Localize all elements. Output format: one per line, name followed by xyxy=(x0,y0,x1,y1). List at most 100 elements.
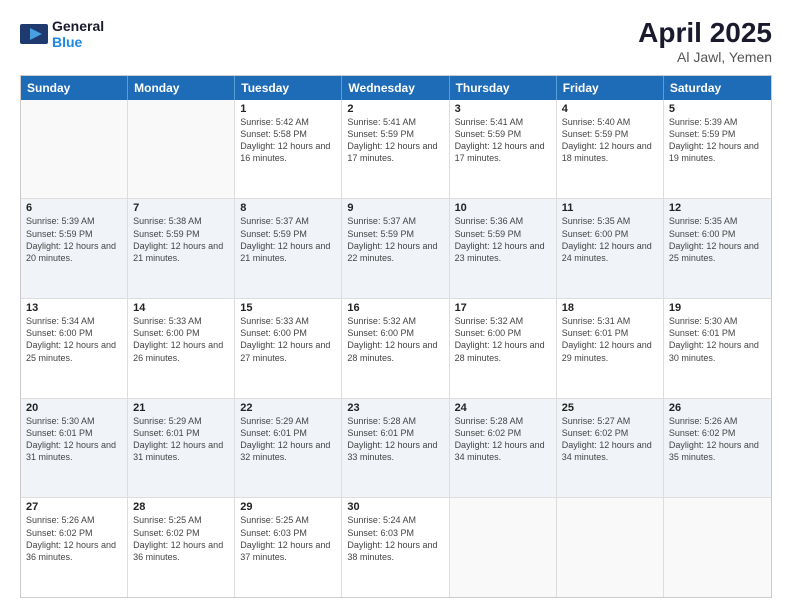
day-number: 29 xyxy=(240,501,336,513)
day-info: Sunrise: 5:39 AMSunset: 5:59 PMDaylight:… xyxy=(26,215,122,264)
calendar-cell xyxy=(21,100,128,199)
day-number: 17 xyxy=(455,302,551,314)
calendar-cell: 24Sunrise: 5:28 AMSunset: 6:02 PMDayligh… xyxy=(450,399,557,498)
day-number: 15 xyxy=(240,302,336,314)
day-info: Sunrise: 5:35 AMSunset: 6:00 PMDaylight:… xyxy=(669,215,766,264)
calendar-cell: 6Sunrise: 5:39 AMSunset: 5:59 PMDaylight… xyxy=(21,199,128,298)
calendar-cell: 28Sunrise: 5:25 AMSunset: 6:02 PMDayligh… xyxy=(128,498,235,597)
day-info: Sunrise: 5:37 AMSunset: 5:59 PMDaylight:… xyxy=(347,215,443,264)
calendar-cell: 9Sunrise: 5:37 AMSunset: 5:59 PMDaylight… xyxy=(342,199,449,298)
calendar-week-row: 1Sunrise: 5:42 AMSunset: 5:58 PMDaylight… xyxy=(21,100,771,200)
calendar-cell: 11Sunrise: 5:35 AMSunset: 6:00 PMDayligh… xyxy=(557,199,664,298)
calendar-header-cell-monday: Monday xyxy=(128,76,235,100)
day-number: 24 xyxy=(455,402,551,414)
calendar-header-cell-friday: Friday xyxy=(557,76,664,100)
day-number: 8 xyxy=(240,202,336,214)
calendar-cell: 7Sunrise: 5:38 AMSunset: 5:59 PMDaylight… xyxy=(128,199,235,298)
day-info: Sunrise: 5:42 AMSunset: 5:58 PMDaylight:… xyxy=(240,116,336,165)
day-info: Sunrise: 5:36 AMSunset: 5:59 PMDaylight:… xyxy=(455,215,551,264)
day-number: 28 xyxy=(133,501,229,513)
day-info: Sunrise: 5:29 AMSunset: 6:01 PMDaylight:… xyxy=(133,415,229,464)
calendar-header-cell-tuesday: Tuesday xyxy=(235,76,342,100)
calendar-week-row: 6Sunrise: 5:39 AMSunset: 5:59 PMDaylight… xyxy=(21,199,771,299)
day-number: 5 xyxy=(669,103,766,115)
logo-icon xyxy=(20,24,48,44)
day-number: 13 xyxy=(26,302,122,314)
calendar-header-row: SundayMondayTuesdayWednesdayThursdayFrid… xyxy=(21,76,771,100)
calendar-cell: 17Sunrise: 5:32 AMSunset: 6:00 PMDayligh… xyxy=(450,299,557,398)
logo: General Blue xyxy=(20,18,104,50)
calendar-body: 1Sunrise: 5:42 AMSunset: 5:58 PMDaylight… xyxy=(21,100,771,597)
day-info: Sunrise: 5:24 AMSunset: 6:03 PMDaylight:… xyxy=(347,514,443,563)
day-info: Sunrise: 5:26 AMSunset: 6:02 PMDaylight:… xyxy=(669,415,766,464)
calendar-cell: 10Sunrise: 5:36 AMSunset: 5:59 PMDayligh… xyxy=(450,199,557,298)
logo-text-block: General Blue xyxy=(52,18,104,50)
day-info: Sunrise: 5:41 AMSunset: 5:59 PMDaylight:… xyxy=(347,116,443,165)
day-info: Sunrise: 5:35 AMSunset: 6:00 PMDaylight:… xyxy=(562,215,658,264)
day-number: 7 xyxy=(133,202,229,214)
day-info: Sunrise: 5:25 AMSunset: 6:03 PMDaylight:… xyxy=(240,514,336,563)
day-number: 16 xyxy=(347,302,443,314)
calendar-cell: 26Sunrise: 5:26 AMSunset: 6:02 PMDayligh… xyxy=(664,399,771,498)
calendar-cell: 22Sunrise: 5:29 AMSunset: 6:01 PMDayligh… xyxy=(235,399,342,498)
day-info: Sunrise: 5:37 AMSunset: 5:59 PMDaylight:… xyxy=(240,215,336,264)
calendar-cell: 14Sunrise: 5:33 AMSunset: 6:00 PMDayligh… xyxy=(128,299,235,398)
calendar-cell xyxy=(450,498,557,597)
day-info: Sunrise: 5:40 AMSunset: 5:59 PMDaylight:… xyxy=(562,116,658,165)
day-info: Sunrise: 5:31 AMSunset: 6:01 PMDaylight:… xyxy=(562,315,658,364)
day-info: Sunrise: 5:41 AMSunset: 5:59 PMDaylight:… xyxy=(455,116,551,165)
day-info: Sunrise: 5:38 AMSunset: 5:59 PMDaylight:… xyxy=(133,215,229,264)
day-info: Sunrise: 5:33 AMSunset: 6:00 PMDaylight:… xyxy=(133,315,229,364)
calendar-week-row: 13Sunrise: 5:34 AMSunset: 6:00 PMDayligh… xyxy=(21,299,771,399)
calendar-header-cell-sunday: Sunday xyxy=(21,76,128,100)
calendar-cell: 4Sunrise: 5:40 AMSunset: 5:59 PMDaylight… xyxy=(557,100,664,199)
day-number: 14 xyxy=(133,302,229,314)
calendar-cell xyxy=(128,100,235,199)
day-number: 26 xyxy=(669,402,766,414)
day-number: 9 xyxy=(347,202,443,214)
calendar-cell: 29Sunrise: 5:25 AMSunset: 6:03 PMDayligh… xyxy=(235,498,342,597)
day-number: 22 xyxy=(240,402,336,414)
location: Al Jawl, Yemen xyxy=(638,49,772,65)
day-number: 21 xyxy=(133,402,229,414)
day-info: Sunrise: 5:27 AMSunset: 6:02 PMDaylight:… xyxy=(562,415,658,464)
day-info: Sunrise: 5:28 AMSunset: 6:02 PMDaylight:… xyxy=(455,415,551,464)
calendar-cell: 19Sunrise: 5:30 AMSunset: 6:01 PMDayligh… xyxy=(664,299,771,398)
calendar-cell: 13Sunrise: 5:34 AMSunset: 6:00 PMDayligh… xyxy=(21,299,128,398)
day-number: 30 xyxy=(347,501,443,513)
calendar-cell: 25Sunrise: 5:27 AMSunset: 6:02 PMDayligh… xyxy=(557,399,664,498)
day-info: Sunrise: 5:29 AMSunset: 6:01 PMDaylight:… xyxy=(240,415,336,464)
calendar-header-cell-saturday: Saturday xyxy=(664,76,771,100)
title-block: April 2025 Al Jawl, Yemen xyxy=(638,18,772,65)
calendar-cell xyxy=(557,498,664,597)
calendar-week-row: 20Sunrise: 5:30 AMSunset: 6:01 PMDayligh… xyxy=(21,399,771,499)
day-number: 20 xyxy=(26,402,122,414)
day-info: Sunrise: 5:34 AMSunset: 6:00 PMDaylight:… xyxy=(26,315,122,364)
calendar-cell: 30Sunrise: 5:24 AMSunset: 6:03 PMDayligh… xyxy=(342,498,449,597)
day-info: Sunrise: 5:30 AMSunset: 6:01 PMDaylight:… xyxy=(669,315,766,364)
calendar-cell: 8Sunrise: 5:37 AMSunset: 5:59 PMDaylight… xyxy=(235,199,342,298)
calendar-page: General Blue April 2025 Al Jawl, Yemen S… xyxy=(0,0,792,612)
header: General Blue April 2025 Al Jawl, Yemen xyxy=(20,18,772,65)
calendar-week-row: 27Sunrise: 5:26 AMSunset: 6:02 PMDayligh… xyxy=(21,498,771,597)
logo-line1: General xyxy=(52,18,104,34)
logo-line2: Blue xyxy=(52,34,104,50)
day-number: 4 xyxy=(562,103,658,115)
calendar-cell: 21Sunrise: 5:29 AMSunset: 6:01 PMDayligh… xyxy=(128,399,235,498)
day-number: 12 xyxy=(669,202,766,214)
day-info: Sunrise: 5:39 AMSunset: 5:59 PMDaylight:… xyxy=(669,116,766,165)
day-info: Sunrise: 5:32 AMSunset: 6:00 PMDaylight:… xyxy=(455,315,551,364)
calendar-header-cell-thursday: Thursday xyxy=(450,76,557,100)
calendar-cell: 5Sunrise: 5:39 AMSunset: 5:59 PMDaylight… xyxy=(664,100,771,199)
calendar-cell: 27Sunrise: 5:26 AMSunset: 6:02 PMDayligh… xyxy=(21,498,128,597)
day-number: 19 xyxy=(669,302,766,314)
day-number: 1 xyxy=(240,103,336,115)
calendar-cell: 3Sunrise: 5:41 AMSunset: 5:59 PMDaylight… xyxy=(450,100,557,199)
month-title: April 2025 xyxy=(638,18,772,49)
day-info: Sunrise: 5:28 AMSunset: 6:01 PMDaylight:… xyxy=(347,415,443,464)
calendar-cell: 23Sunrise: 5:28 AMSunset: 6:01 PMDayligh… xyxy=(342,399,449,498)
day-info: Sunrise: 5:26 AMSunset: 6:02 PMDaylight:… xyxy=(26,514,122,563)
day-number: 27 xyxy=(26,501,122,513)
day-number: 18 xyxy=(562,302,658,314)
calendar-cell: 2Sunrise: 5:41 AMSunset: 5:59 PMDaylight… xyxy=(342,100,449,199)
